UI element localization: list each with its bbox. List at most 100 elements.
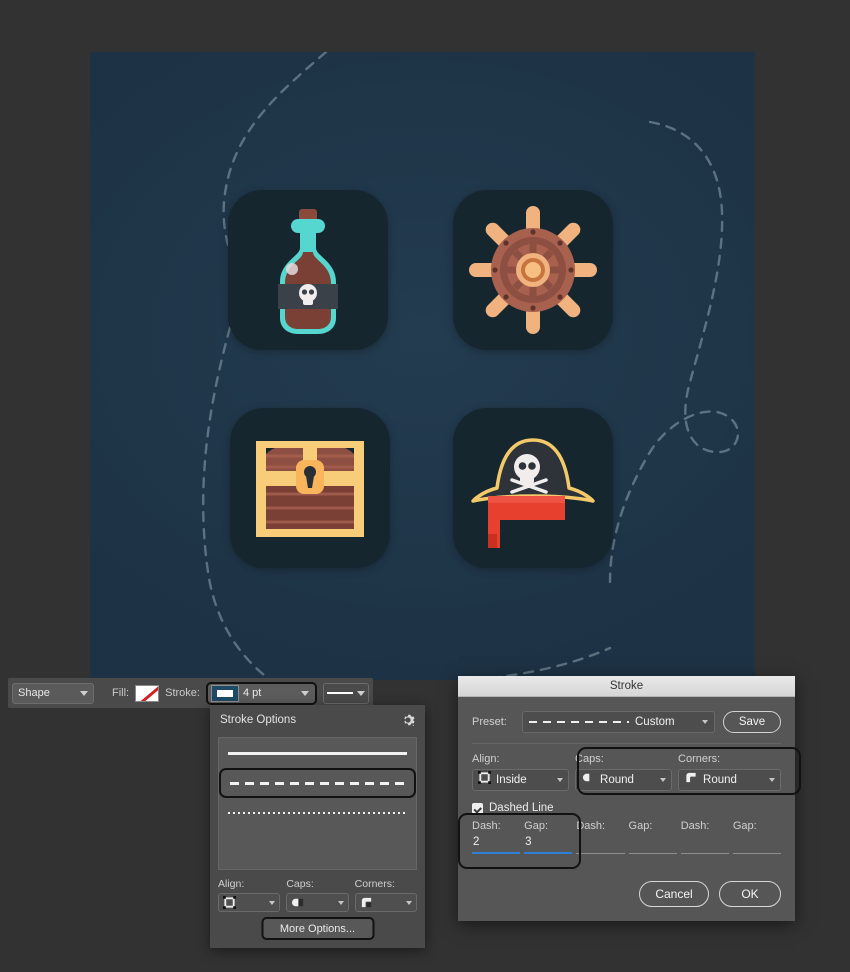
stroke-preset-dotted[interactable] [219, 798, 416, 828]
dash-field-2-group: Dash: [576, 820, 625, 854]
dialog-align-select[interactable]: Inside [472, 769, 570, 791]
preset-select[interactable]: Custom [522, 711, 715, 733]
stroke-preset-empty-1[interactable] [219, 828, 416, 858]
chevron-down-icon [80, 690, 88, 696]
gap-label-1: Gap: [524, 820, 549, 832]
dialog-caps-select[interactable]: Round [575, 769, 673, 791]
stroke-options-fields: Align: Caps: Corners: [210, 870, 425, 912]
dialog-caps-group: Caps: Round [575, 753, 678, 791]
dash-gap-row: Dash: 2 Gap: 3 Dash: Gap: Dash: Gap: [458, 813, 782, 869]
chevron-down-icon [768, 778, 775, 782]
panel-corners-select[interactable] [354, 893, 417, 912]
ok-button[interactable]: OK [719, 881, 781, 907]
ships-wheel-icon [469, 206, 597, 334]
preset-row: Preset: Custom Save [472, 711, 781, 733]
gap-input-2[interactable] [628, 836, 677, 854]
dotted-line-preview [228, 812, 407, 814]
stroke-options-title: Stroke Options [220, 714, 297, 726]
dialog-corners-label: Corners: [678, 753, 721, 765]
fill-swatch[interactable] [135, 684, 160, 702]
rum-bottle-icon [278, 209, 338, 334]
treasure-chest-icon [256, 441, 364, 537]
stroke-dialog-body: Preset: Custom Save Align: Inside Caps: … [458, 697, 801, 921]
shape-options-bar: Shape Fill: Stroke: 4 pt [8, 678, 373, 708]
cap-round-icon [291, 896, 304, 909]
chevron-down-icon [269, 900, 276, 905]
stroke-dialog: Stroke Preset: Custom Save Align: Inside… [458, 676, 801, 921]
solid-line-icon [326, 692, 353, 694]
no-fill-slash-icon [136, 685, 159, 701]
chevron-down-icon [356, 690, 365, 696]
dash-field-3-group: Dash: [680, 820, 729, 854]
dialog-corners-group: Corners: Round [678, 753, 781, 791]
panel-caps-label: Caps: [286, 878, 314, 890]
stroke-preset-dashed[interactable] [219, 768, 416, 798]
tile-treasure-chest[interactable] [230, 408, 390, 568]
stroke-options-panel: Stroke Options Align: Caps: Corners: Mor… [210, 705, 425, 948]
panel-corners-label: Corners: [354, 878, 395, 890]
dash-input-2[interactable] [576, 836, 625, 854]
dialog-buttons: Cancel OK [639, 881, 781, 907]
stroke-color-swatch[interactable] [210, 684, 239, 702]
dashed-line-row[interactable]: Dashed Line [472, 802, 781, 814]
dialog-corners-select[interactable]: Round [678, 769, 781, 791]
chevron-down-icon [660, 778, 667, 782]
gap-input-3[interactable] [732, 836, 782, 854]
more-options-button[interactable]: More Options... [261, 917, 374, 940]
panel-align-label: Align: [218, 878, 245, 890]
design-canvas[interactable] [90, 52, 755, 680]
pirate-hat-icon [471, 438, 595, 548]
tile-ships-wheel[interactable] [453, 190, 613, 350]
chevron-down-icon [702, 720, 708, 724]
dialog-caps-label: Caps: [575, 753, 604, 765]
stroke-style-select[interactable] [322, 682, 369, 704]
dash-input-1[interactable]: 2 [472, 836, 521, 854]
dash-label-2: Dash: [576, 820, 606, 832]
panel-caps-select[interactable] [286, 893, 349, 912]
gap-label-2: Gap: [628, 820, 653, 832]
align-caps-corners-row: Align: Inside Caps: Round Corners: Round [472, 747, 801, 795]
dialog-align-value: Inside [496, 774, 527, 786]
tile-pirate-hat[interactable] [453, 408, 613, 568]
corner-round-icon [360, 896, 373, 909]
tool-mode-label: Shape [18, 687, 50, 699]
stroke-dialog-title: Stroke [458, 676, 795, 697]
divider [472, 743, 781, 744]
panel-corners-group: Corners: [354, 878, 417, 912]
stroke-preset-solid[interactable] [219, 738, 416, 768]
tool-mode-select[interactable]: Shape [12, 682, 94, 704]
chevron-down-icon[interactable] [300, 690, 309, 696]
fill-label: Fill: [112, 687, 130, 699]
panel-align-select[interactable] [218, 893, 281, 912]
gap-field-1-group: Gap: 3 [524, 820, 573, 854]
dash-field-1-group: Dash: 2 [472, 820, 521, 854]
save-button[interactable]: Save [723, 711, 781, 733]
dialog-align-group: Align: Inside [472, 753, 575, 791]
gap-input-1[interactable]: 3 [524, 836, 573, 854]
cancel-button[interactable]: Cancel [639, 881, 709, 907]
dialog-caps-value: Round [600, 774, 634, 786]
panel-caps-group: Caps: [286, 878, 349, 912]
stroke-label: Stroke: [165, 687, 200, 699]
dialog-corners-value: Round [703, 774, 737, 786]
panel-align-group: Align: [218, 878, 281, 912]
app-root: Shape Fill: Stroke: 4 pt Stroke Options [0, 0, 850, 972]
gap-label-3: Gap: [732, 820, 757, 832]
corner-round-icon [684, 771, 698, 789]
dash-label-1: Dash: [472, 820, 501, 832]
dashed-line-preview [230, 781, 405, 785]
dash-input-3[interactable] [680, 836, 729, 854]
stroke-width-combo[interactable]: 4 pt [205, 681, 317, 705]
gap-field-2-group: Gap: [628, 820, 677, 854]
dashed-line-checkbox[interactable] [472, 802, 483, 814]
tile-rum-bottle[interactable] [228, 190, 388, 350]
stroke-width-value: 4 pt [242, 687, 262, 699]
chevron-down-icon [405, 900, 412, 905]
gear-icon[interactable] [401, 713, 415, 727]
chevron-down-icon [557, 778, 564, 782]
stroke-preset-list[interactable] [218, 737, 417, 870]
gap-field-3-group: Gap: [732, 820, 782, 854]
cap-round-icon [581, 771, 595, 789]
stroke-options-header: Stroke Options [210, 705, 425, 733]
solid-line-preview [228, 751, 407, 755]
